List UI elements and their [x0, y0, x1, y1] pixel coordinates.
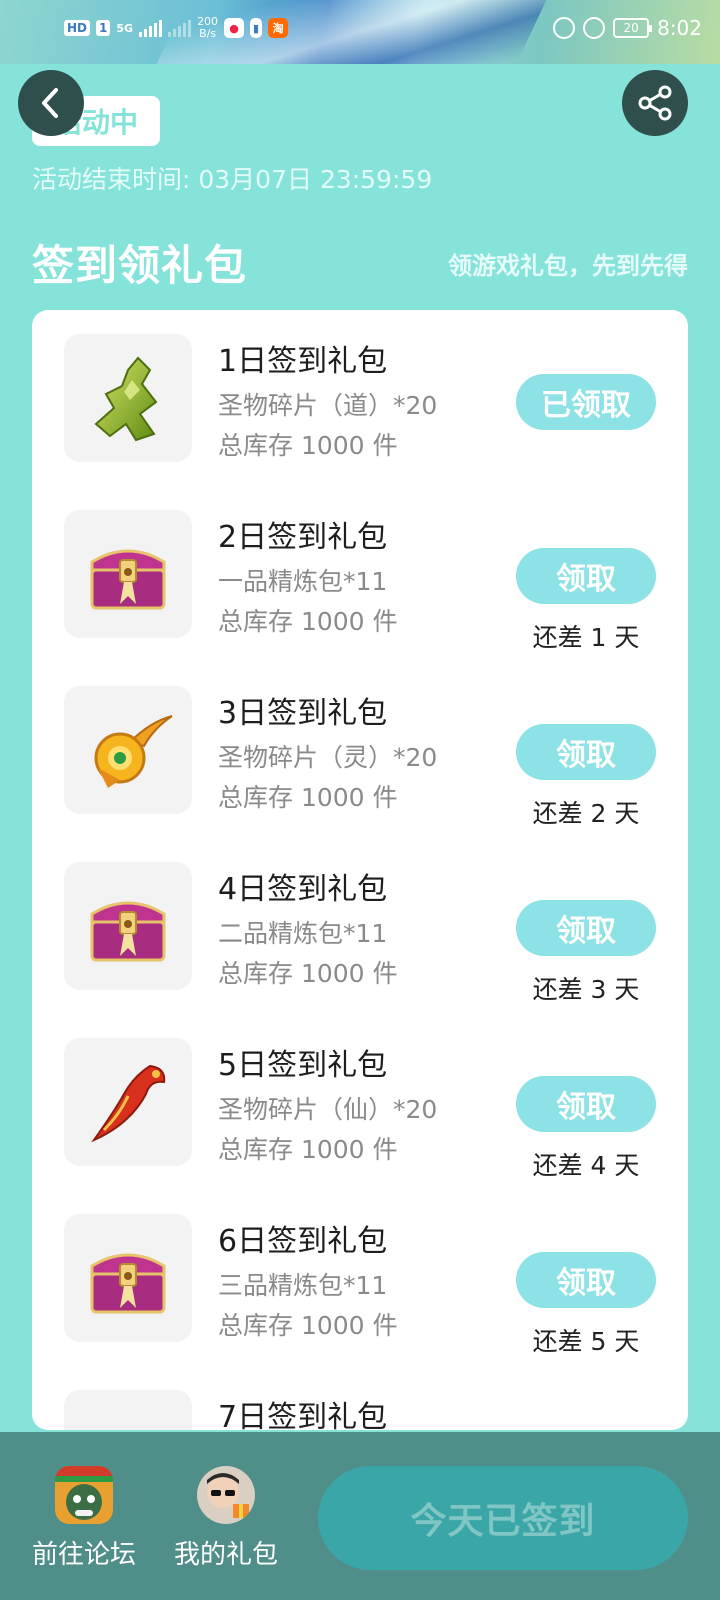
- checked-in-today-button[interactable]: 今天已签到: [318, 1466, 688, 1570]
- gift-stock: 总库存 1000 件: [218, 783, 398, 812]
- claim-button[interactable]: 领取: [516, 1252, 656, 1308]
- user-avatar: [197, 1466, 255, 1524]
- gift-thumbnail: [64, 862, 192, 990]
- gift-title: 5日签到礼包: [218, 1048, 388, 1083]
- gift-item-day-3: 3日签到礼包 圣物碎片（灵）*20 总库存 1000 件 领取 还差 2 天: [32, 662, 688, 828]
- gift-description: 三品精炼包*11: [218, 1271, 388, 1300]
- battery-icon: 20: [613, 18, 653, 38]
- status-left: HD 1 5G 200 B/s ● ▮ 淘: [64, 8, 289, 48]
- taobao-icon: 淘: [268, 18, 289, 38]
- game-avatar: [55, 1466, 113, 1524]
- section-title: 签到领礼包: [32, 241, 248, 290]
- gift-item-day-5: 5日签到礼包 圣物碎片（仙）*20 总库存 1000 件 领取 还差 4 天: [32, 1014, 688, 1180]
- gift-thumbnail: [64, 1038, 192, 1166]
- clock: 8:02: [657, 16, 702, 40]
- sim-badge: 1: [96, 20, 111, 36]
- speed-unit: B/s: [199, 27, 217, 40]
- my-gifts-button[interactable]: 我的礼包: [174, 1466, 278, 1571]
- days-remaining: 还差 4 天: [532, 1151, 640, 1180]
- gift-description: 圣物碎片（灵）*20: [218, 743, 438, 772]
- gift-title: 6日签到礼包: [218, 1224, 388, 1259]
- status-right: 20 8:02: [553, 8, 702, 48]
- gift-thumbnail: [64, 334, 192, 462]
- days-remaining: 还差 3 天: [532, 975, 640, 1004]
- gift-title: 1日签到礼包: [218, 344, 388, 379]
- gift-title: 4日签到礼包: [218, 872, 388, 907]
- gift-description: 一品精炼包*11: [218, 567, 388, 596]
- notification-icon: ▮: [250, 18, 263, 38]
- share-icon: [638, 85, 672, 121]
- claim-button[interactable]: 领取: [516, 900, 656, 956]
- gift-item-day-4: 4日签到礼包 二品精炼包*11 总库存 1000 件 领取 还差 3 天: [32, 838, 688, 1004]
- treasure-chest-icon: [90, 901, 166, 962]
- red-shard-icon: [91, 1064, 166, 1143]
- app-notification-icon: ●: [224, 18, 245, 38]
- gift-list[interactable]: 1日签到礼包 圣物碎片（道）*20 总库存 1000 件 已领取 2日签到礼包 …: [32, 310, 688, 1430]
- gift-stock: 总库存 1000 件: [218, 1135, 398, 1164]
- days-remaining: 还差 1 天: [532, 623, 640, 652]
- gift-description: 圣物碎片（仙）*20: [218, 1095, 438, 1124]
- gift-stock: 总库存 1000 件: [218, 959, 398, 988]
- gift-title: 2日签到礼包: [218, 520, 388, 555]
- signal-2-icon: [168, 19, 192, 37]
- hd-badge: HD: [64, 20, 91, 36]
- gift-description: 圣物碎片（道）*20: [218, 391, 438, 420]
- nfc-icon: [553, 17, 576, 39]
- battery-level: 20: [623, 21, 639, 35]
- gift-stock: 总库存 1000 件: [218, 431, 398, 460]
- gift-item-day-1: 1日签到礼包 圣物碎片（道）*20 总库存 1000 件 已领取: [32, 310, 688, 462]
- claim-button[interactable]: 领取: [516, 1076, 656, 1132]
- chevron-left-icon: [42, 88, 58, 118]
- jade-shard-icon: [94, 356, 158, 442]
- gift-thumbnail: [64, 1214, 192, 1342]
- go-to-forum-button[interactable]: 前往论坛: [32, 1466, 136, 1571]
- gift-title: 7日签到礼包: [218, 1400, 388, 1430]
- status-bar: HD 1 5G 200 B/s ● ▮ 淘 20 8:02: [0, 0, 720, 64]
- gift-item-day-2: 2日签到礼包 一品精炼包*11 总库存 1000 件 领取 还差 1 天: [32, 486, 688, 652]
- activity-end-time: 活动结束时间: 03月07日 23:59:59: [32, 165, 433, 194]
- gift-stock: 总库存 1000 件: [218, 607, 398, 636]
- my-gifts-label: 我的礼包: [174, 1540, 279, 1570]
- treasure-chest-icon: [90, 549, 166, 610]
- network-type: 5G: [116, 21, 134, 35]
- treasure-chest-icon: [90, 1253, 166, 1314]
- share-button[interactable]: [622, 70, 688, 136]
- gift-thumbnail: [64, 1390, 192, 1430]
- gift-stock: 总库存 1000 件: [218, 1311, 398, 1340]
- section-subtitle: 领游戏礼包，先到先得: [448, 252, 688, 280]
- days-remaining: 还差 5 天: [532, 1327, 640, 1356]
- bottom-bar: 前往论坛 我的礼包 今天已签到: [0, 1432, 720, 1600]
- days-remaining: 还差 2 天: [532, 799, 640, 828]
- net-speed: 200 B/s: [197, 16, 218, 40]
- forum-label: 前往论坛: [32, 1540, 137, 1570]
- claimed-button[interactable]: 已领取: [516, 374, 656, 430]
- gift-description: 二品精炼包*11: [218, 919, 388, 948]
- alarm-icon: [583, 17, 606, 39]
- gift-item-day-6: 6日签到礼包 三品精炼包*11 总库存 1000 件 领取 还差 5 天: [32, 1190, 688, 1356]
- signal-icon: [139, 19, 163, 37]
- gift-thumbnail: [64, 686, 192, 814]
- back-button[interactable]: [18, 70, 84, 136]
- claim-button[interactable]: 领取: [516, 724, 656, 780]
- gift-thumbnail: [64, 510, 192, 638]
- gift-title: 3日签到礼包: [218, 696, 388, 731]
- gold-shard-icon: [94, 715, 173, 788]
- claim-button[interactable]: 领取: [516, 548, 656, 604]
- gift-item-day-7: 7日签到礼包: [32, 1366, 688, 1430]
